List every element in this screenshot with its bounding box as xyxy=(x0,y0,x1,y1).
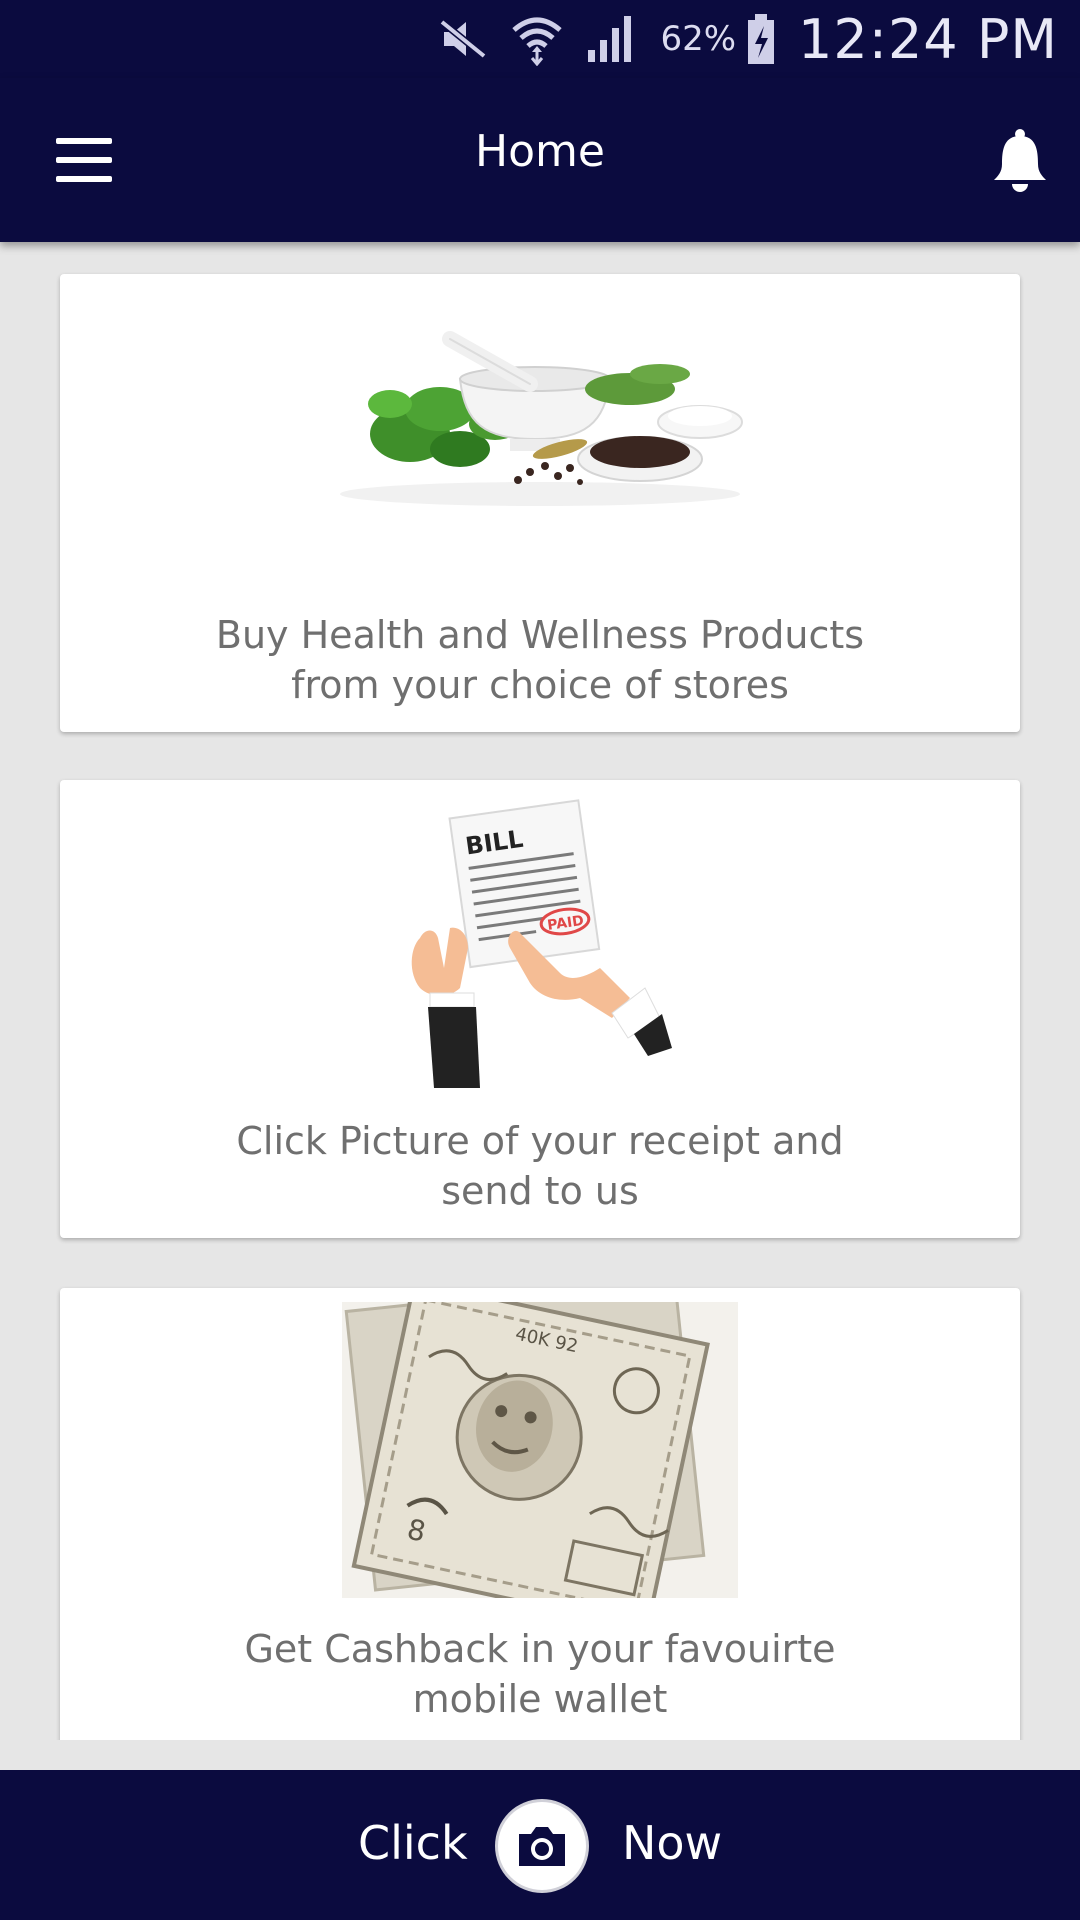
card-description: Get Cashback in your favouirte mobile wa… xyxy=(244,1627,836,1721)
herbs-mortar-pestle-image xyxy=(60,324,1020,514)
camera-button[interactable] xyxy=(498,1802,586,1890)
status-bar: 62% 12:24 PM xyxy=(0,0,1080,78)
app-bar: Home xyxy=(0,78,1080,242)
battery-charging-icon xyxy=(746,12,776,66)
rupee-banknote-image: 40K 92 8 xyxy=(60,1302,1020,1598)
click-now-bar[interactable]: Click Now xyxy=(0,1770,1080,1920)
battery-percentage: 62% xyxy=(660,19,737,59)
camera-icon xyxy=(519,1827,565,1866)
card-cashback[interactable]: 40K 92 8 Get Cashback in your favouirte … xyxy=(60,1288,1020,1740)
card-buy-products[interactable]: Buy Health and Wellness Products from yo… xyxy=(60,274,1020,732)
bell-icon[interactable] xyxy=(990,126,1050,196)
card-description: Click Picture of your receipt and send t… xyxy=(236,1119,844,1213)
page-title: Home xyxy=(475,126,605,177)
home-content: Buy Health and Wellness Products from yo… xyxy=(0,242,1080,1740)
card-receipt[interactable]: BILL PAID Click Picture of your receipt … xyxy=(60,780,1020,1238)
click-label: Click xyxy=(358,1816,468,1870)
wifi-icon xyxy=(510,12,564,66)
card-description: Buy Health and Wellness Products from yo… xyxy=(215,613,865,707)
status-icons: 62% 12:24 PM xyxy=(438,7,1058,71)
signal-icon xyxy=(586,14,638,64)
mute-icon xyxy=(438,16,488,62)
clock: 12:24 PM xyxy=(798,7,1058,71)
bill-paid-hands-image: BILL PAID xyxy=(60,798,1020,1088)
now-label: Now xyxy=(622,1816,723,1870)
